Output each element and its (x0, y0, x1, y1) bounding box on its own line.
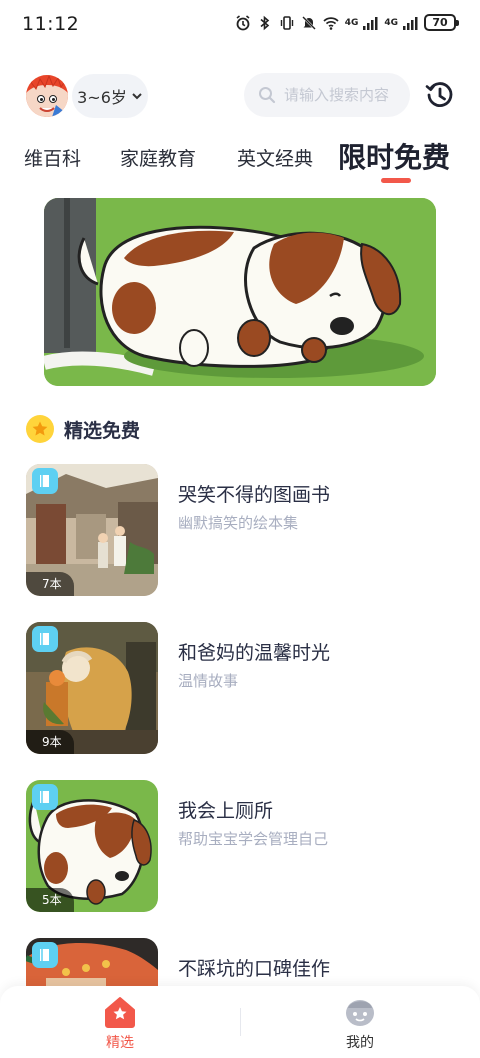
vibrate-icon (280, 15, 293, 30)
tab-family-education[interactable]: 家庭教育 (120, 144, 196, 171)
book-count: 9本 (26, 730, 74, 754)
avatar-illustration (26, 75, 68, 117)
status-time: 11:12 (22, 13, 80, 35)
book-tag-icon (32, 468, 58, 494)
signal-icon (403, 16, 418, 30)
promo-banner[interactable] (44, 198, 436, 386)
list-item[interactable]: 9本 和爸妈的温馨时光 温情故事 (26, 622, 466, 754)
nav-mine-label: 我的 (346, 1035, 374, 1051)
network-type-1: 4G (344, 17, 359, 28)
section-title: 精选免费 (64, 419, 141, 442)
search-input[interactable] (284, 86, 404, 104)
book-count: 7本 (26, 572, 74, 596)
tab-limited-free[interactable]: 限时免费 (338, 136, 450, 176)
tab-english-classics[interactable]: 英文经典 (237, 144, 313, 171)
signal-icon (363, 16, 378, 30)
book-count: 5本 (26, 888, 74, 912)
item-subtitle: 帮助宝宝学会管理自己 (178, 830, 329, 848)
star-icon (26, 415, 54, 443)
section-header: 精选免费 (26, 414, 140, 444)
item-title: 不踩坑的口碑佳作 (178, 958, 331, 980)
wifi-icon (323, 16, 339, 30)
book-cover[interactable]: 7本 (26, 464, 158, 596)
battery-icon: 70 (424, 14, 459, 31)
age-selector-label: 3~6岁 (77, 88, 127, 107)
list-item[interactable]: 7本 哭笑不得的图画书 幽默搞笑的绘本集 (26, 464, 466, 596)
search-icon (259, 87, 276, 104)
status-icons: 4G 4G 70 (235, 14, 459, 31)
nav-home-label: 精选 (106, 1035, 134, 1051)
book-tag-icon (32, 942, 58, 968)
network-type-2: 4G (384, 17, 398, 28)
banner-dog-illustration (44, 198, 436, 386)
list-item[interactable]: 5本 我会上厕所 帮助宝宝学会管理自己 (26, 780, 466, 912)
item-subtitle: 幽默搞笑的绘本集 (178, 514, 299, 532)
nav-home[interactable]: 精选 (60, 996, 180, 1052)
mute-icon (301, 15, 316, 30)
search-bar[interactable] (244, 73, 410, 117)
book-tag-icon (32, 784, 58, 810)
bottom-navigation: 精选 我的 (0, 986, 480, 1058)
nav-mine[interactable]: 我的 (300, 996, 420, 1052)
item-title: 哭笑不得的图画书 (178, 484, 331, 506)
history-icon[interactable] (424, 79, 456, 111)
book-tag-icon (32, 626, 58, 652)
active-tab-indicator (381, 178, 411, 183)
top-header: 3~6岁 (0, 70, 480, 122)
tab-encyclopedia[interactable]: 维百科 (24, 144, 81, 171)
book-cover[interactable]: 9本 (26, 622, 158, 754)
profile-icon (346, 1000, 374, 1026)
item-subtitle: 温情故事 (178, 672, 239, 690)
nav-divider (240, 1008, 241, 1036)
item-title: 我会上厕所 (178, 800, 274, 822)
age-selector[interactable]: 3~6岁 (72, 74, 148, 118)
avatar[interactable] (26, 75, 68, 117)
category-tabs: 维百科 家庭教育 英文经典 限时免费 (0, 134, 480, 186)
status-bar: 11:12 4G 4G 70 (0, 0, 480, 48)
chevron-down-icon (132, 93, 142, 100)
alarm-icon (236, 14, 250, 30)
item-title: 和爸妈的温馨时光 (178, 642, 331, 664)
bluetooth-icon (260, 15, 269, 30)
home-icon (105, 997, 135, 1028)
book-cover[interactable]: 5本 (26, 780, 158, 912)
